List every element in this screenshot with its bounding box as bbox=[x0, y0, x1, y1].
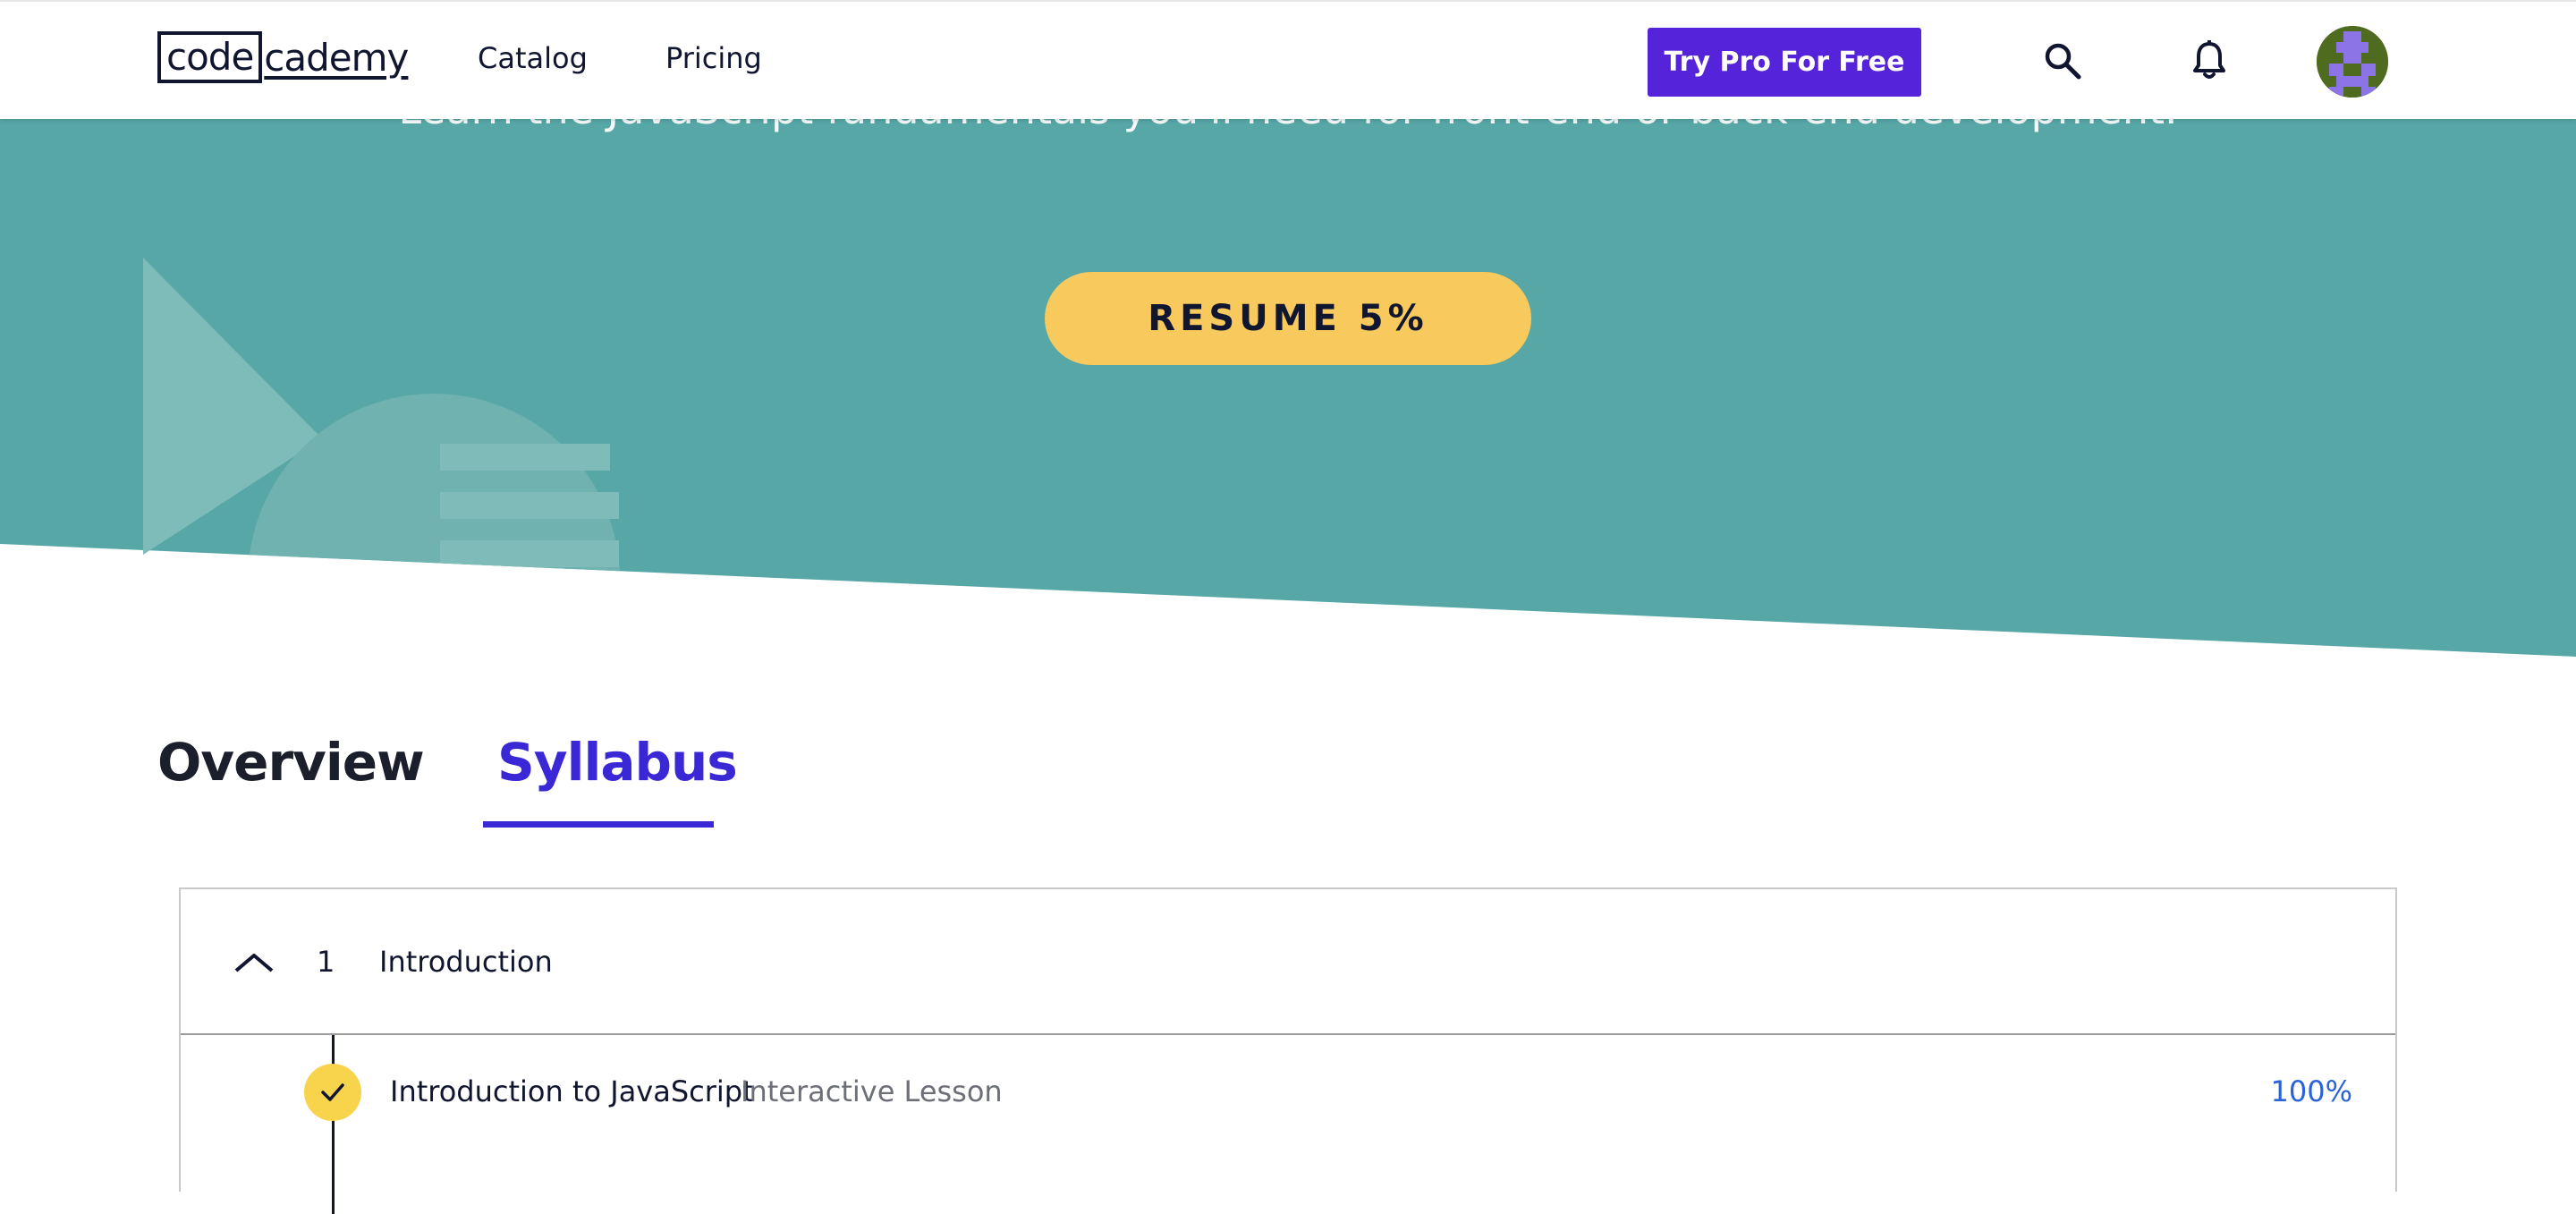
codecademy-logo[interactable]: code cademy bbox=[157, 30, 409, 84]
resume-button[interactable]: RESUME 5% bbox=[1045, 272, 1531, 365]
module-title: Introduction bbox=[379, 945, 553, 979]
logo-wordmark-text: cademy bbox=[264, 35, 409, 80]
nav-pricing-link[interactable]: Pricing bbox=[665, 41, 762, 75]
lesson-title[interactable]: Introduction to JavaScript bbox=[390, 1074, 754, 1108]
lesson-type: Interactive Lesson bbox=[741, 1074, 1003, 1108]
tab-syllabus[interactable]: Syllabus bbox=[497, 732, 738, 793]
try-pro-button[interactable]: Try Pro For Free bbox=[1648, 28, 1921, 97]
module-number: 1 bbox=[317, 945, 335, 979]
logo-wordmark: cademy bbox=[264, 35, 409, 80]
chevron-up-icon[interactable] bbox=[233, 941, 275, 984]
bell-icon[interactable] bbox=[2186, 38, 2233, 84]
syllabus-panel: 1 Introduction Introduction to JavaScrip… bbox=[179, 887, 2397, 1214]
tab-overview[interactable]: Overview bbox=[157, 732, 425, 793]
check-icon bbox=[304, 1064, 361, 1121]
module-header-introduction[interactable]: 1 Introduction bbox=[181, 889, 2395, 1035]
lesson-progress: 100% bbox=[2270, 1074, 2352, 1108]
avatar[interactable] bbox=[2317, 26, 2388, 98]
active-tab-indicator bbox=[483, 821, 714, 828]
logo-code-box: code bbox=[157, 31, 263, 83]
lesson-row[interactable]: Introduction to JavaScript Interactive L… bbox=[181, 1035, 2395, 1160]
search-icon[interactable] bbox=[2039, 38, 2086, 84]
nav-catalog-link[interactable]: Catalog bbox=[478, 41, 588, 75]
top-navigation-bar: code cademy Catalog Pricing Try Pro For … bbox=[0, 0, 2576, 119]
